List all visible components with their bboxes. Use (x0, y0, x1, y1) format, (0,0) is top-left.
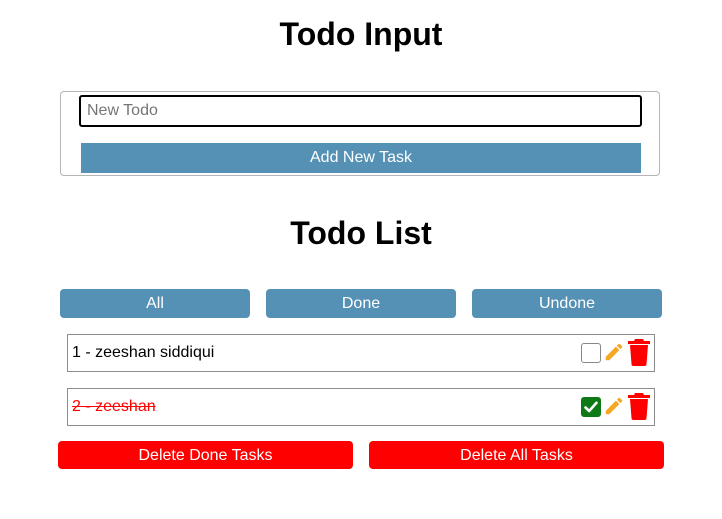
filter-undone-button[interactable]: Undone (472, 289, 662, 318)
trash-icon[interactable] (627, 392, 651, 420)
filter-all-button[interactable]: All (60, 289, 250, 318)
add-new-task-button[interactable]: Add New Task (81, 143, 641, 173)
delete-done-tasks-button[interactable]: Delete Done Tasks (58, 441, 353, 469)
task-row: 2 - zeeshan (67, 388, 655, 426)
task-checkbox[interactable] (581, 397, 601, 417)
task-row: 1 - zeeshan siddiqui (67, 334, 655, 372)
filter-done-button[interactable]: Done (266, 289, 456, 318)
checkmark-icon (584, 401, 598, 413)
new-todo-input[interactable] (79, 95, 642, 127)
pencil-icon[interactable] (603, 395, 625, 417)
todo-input-title: Todo Input (279, 16, 443, 52)
todo-list-title: Todo List (290, 215, 432, 251)
delete-all-tasks-button[interactable]: Delete All Tasks (369, 441, 664, 469)
task-text: 1 - zeeshan siddiqui (72, 344, 215, 361)
trash-icon[interactable] (627, 338, 651, 366)
task-checkbox[interactable] (581, 343, 601, 363)
task-text: 2 - zeeshan (72, 398, 156, 415)
pencil-icon[interactable] (603, 341, 625, 363)
